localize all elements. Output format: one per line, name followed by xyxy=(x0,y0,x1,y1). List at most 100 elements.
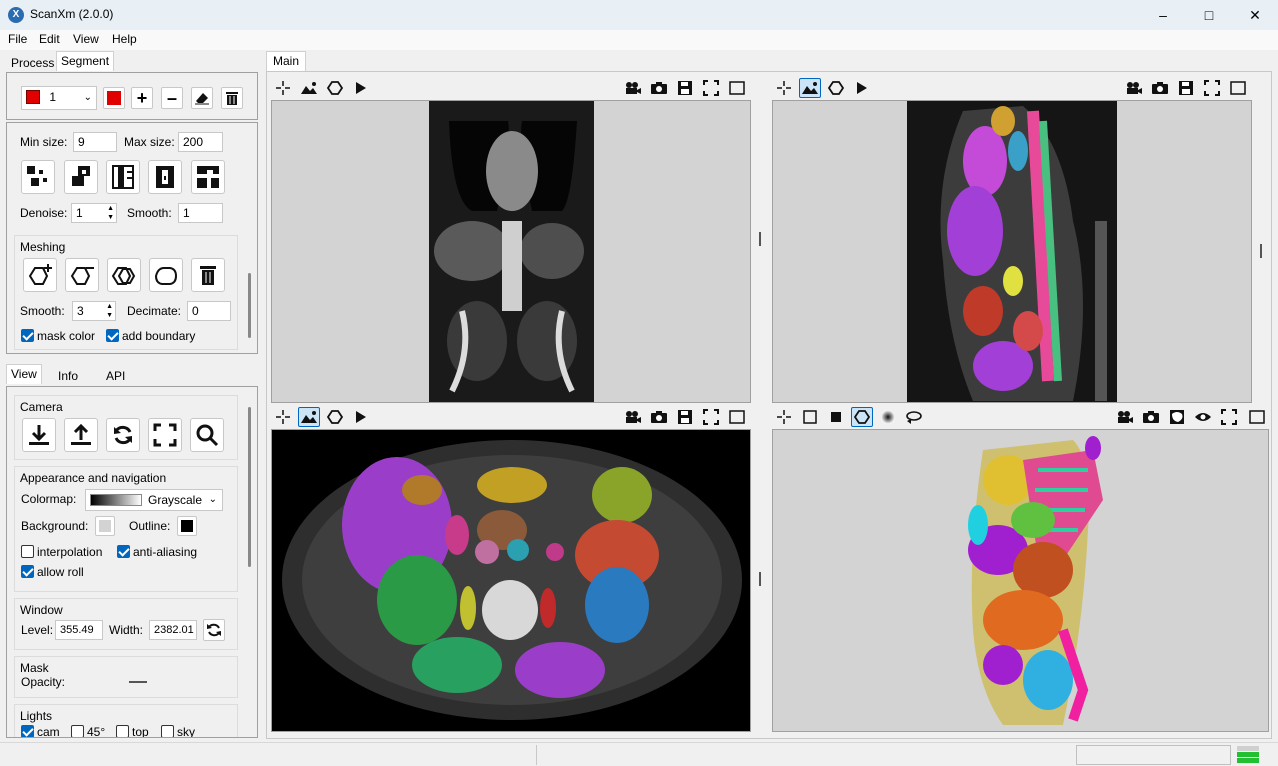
viewport-axial[interactable] xyxy=(271,429,751,732)
record-video-button[interactable] xyxy=(622,407,644,427)
morph-close-button[interactable] xyxy=(148,160,182,194)
mask-color-checkbox[interactable] xyxy=(21,329,34,345)
record-video-button[interactable] xyxy=(622,78,644,98)
image-tool-button[interactable] xyxy=(799,78,821,98)
maximize-view-button[interactable] xyxy=(726,78,748,98)
screenshot-button[interactable] xyxy=(648,407,670,427)
crosshair-tool-button[interactable] xyxy=(773,78,795,98)
maximize-view-button[interactable] xyxy=(726,407,748,427)
menu-help[interactable]: Help xyxy=(112,32,137,46)
background-color-button[interactable] xyxy=(95,516,115,536)
splitter-handle[interactable] xyxy=(759,572,761,586)
play-button[interactable] xyxy=(350,78,372,98)
save-button[interactable] xyxy=(674,78,696,98)
label-select[interactable]: 1 ⌄ xyxy=(21,86,97,110)
outline-color-button[interactable] xyxy=(177,516,197,536)
rotate-view-button[interactable] xyxy=(903,407,925,427)
menu-edit[interactable]: Edit xyxy=(39,32,60,46)
menu-view[interactable]: View xyxy=(73,32,99,46)
width-input[interactable]: 2382.01 xyxy=(149,620,197,640)
min-size-input[interactable]: 9 xyxy=(73,132,117,152)
screenshot-button[interactable] xyxy=(1149,78,1171,98)
remove-label-button[interactable]: – xyxy=(161,87,183,109)
opacity-slider[interactable] xyxy=(129,681,147,683)
outline-box-button[interactable] xyxy=(799,407,821,427)
camera-upload-button[interactable] xyxy=(64,418,98,452)
shape-button[interactable] xyxy=(1166,407,1188,427)
eraser-button[interactable] xyxy=(191,87,213,109)
antialiasing-checkbox[interactable] xyxy=(117,545,130,561)
mesh-add-button[interactable] xyxy=(23,258,57,292)
colormap-select[interactable]: Grayscale ⌄ xyxy=(85,489,223,511)
denoise-spinbox[interactable]: 1 ▲ ▼ xyxy=(71,203,117,223)
interpolation-checkbox[interactable] xyxy=(21,545,34,561)
morph-dilate-button[interactable] xyxy=(21,160,55,194)
blur-button[interactable] xyxy=(877,407,899,427)
tab-main[interactable]: Main xyxy=(266,51,307,71)
mesh-tool-button[interactable] xyxy=(324,78,346,98)
tab-process[interactable]: Process xyxy=(6,53,59,73)
minimize-button[interactable]: – xyxy=(1140,0,1186,30)
light-top-checkbox[interactable] xyxy=(116,725,129,737)
crosshair-tool-button[interactable] xyxy=(773,407,795,427)
image-tool-button[interactable] xyxy=(298,78,320,98)
max-size-input[interactable]: 200 xyxy=(178,132,223,152)
scrollbar-thumb[interactable] xyxy=(248,273,251,338)
morph-invert-button[interactable] xyxy=(191,160,225,194)
record-video-button[interactable] xyxy=(1114,407,1136,427)
maximize-view-button[interactable] xyxy=(1227,78,1249,98)
crosshair-tool-button[interactable] xyxy=(272,78,294,98)
play-button[interactable] xyxy=(350,407,372,427)
viewport-sagittal[interactable] xyxy=(772,100,1252,403)
morph-open-button[interactable] xyxy=(106,160,140,194)
decimate-input[interactable]: 0 xyxy=(187,301,231,321)
scrollbar-thumb[interactable] xyxy=(248,407,251,567)
camera-reset-button[interactable] xyxy=(106,418,140,452)
viewport-coronal[interactable] xyxy=(271,100,751,403)
tab-api[interactable]: API xyxy=(101,366,130,386)
fullscreen-button[interactable] xyxy=(1201,78,1223,98)
filled-box-button[interactable] xyxy=(825,407,847,427)
maximize-button[interactable]: □ xyxy=(1186,0,1232,30)
fullscreen-button[interactable] xyxy=(1218,407,1240,427)
add-boundary-checkbox[interactable] xyxy=(106,329,119,345)
mesh-remove-button[interactable] xyxy=(65,258,99,292)
delete-label-button[interactable] xyxy=(221,87,243,109)
close-button[interactable]: ✕ xyxy=(1232,0,1278,30)
menu-file[interactable]: File xyxy=(8,32,27,46)
save-button[interactable] xyxy=(1175,78,1197,98)
light-cam-checkbox[interactable] xyxy=(21,725,34,737)
mesh-tool-button[interactable] xyxy=(851,407,873,427)
add-label-button[interactable]: + xyxy=(131,87,153,109)
spin-arrows-icon[interactable]: ▲ ▼ xyxy=(106,302,113,320)
visibility-button[interactable] xyxy=(1192,407,1214,427)
morph-erode-button[interactable] xyxy=(64,160,98,194)
spin-arrows-icon[interactable]: ▲ ▼ xyxy=(107,204,114,222)
splitter-handle[interactable] xyxy=(759,232,761,246)
maximize-view-button[interactable] xyxy=(1246,407,1268,427)
allow-roll-checkbox[interactable] xyxy=(21,565,34,581)
screenshot-button[interactable] xyxy=(648,78,670,98)
light-45-checkbox[interactable] xyxy=(71,725,84,737)
light-sky-checkbox[interactable] xyxy=(161,725,174,737)
mesh-smooth-button[interactable] xyxy=(149,258,183,292)
mesh-smooth-spinbox[interactable]: 3 ▲ ▼ xyxy=(72,301,116,321)
mesh-tool-button[interactable] xyxy=(825,78,847,98)
fullscreen-button[interactable] xyxy=(700,78,722,98)
record-video-button[interactable] xyxy=(1123,78,1145,98)
mesh-delete-button[interactable] xyxy=(191,258,225,292)
tab-info[interactable]: Info xyxy=(53,366,83,386)
image-tool-button[interactable] xyxy=(298,407,320,427)
viewport-3d[interactable] xyxy=(772,429,1269,732)
crosshair-tool-button[interactable] xyxy=(272,407,294,427)
label-color-button[interactable] xyxy=(103,87,125,109)
smooth-input[interactable]: 1 xyxy=(178,203,223,223)
tab-segment[interactable]: Segment xyxy=(56,51,115,71)
screenshot-button[interactable] xyxy=(1140,407,1162,427)
camera-fit-button[interactable] xyxy=(148,418,182,452)
camera-zoom-button[interactable] xyxy=(190,418,224,452)
mesh-tool-button[interactable] xyxy=(324,407,346,427)
window-reset-button[interactable] xyxy=(203,619,225,641)
level-input[interactable]: 355.49 xyxy=(55,620,103,640)
mesh-merge-button[interactable] xyxy=(107,258,141,292)
